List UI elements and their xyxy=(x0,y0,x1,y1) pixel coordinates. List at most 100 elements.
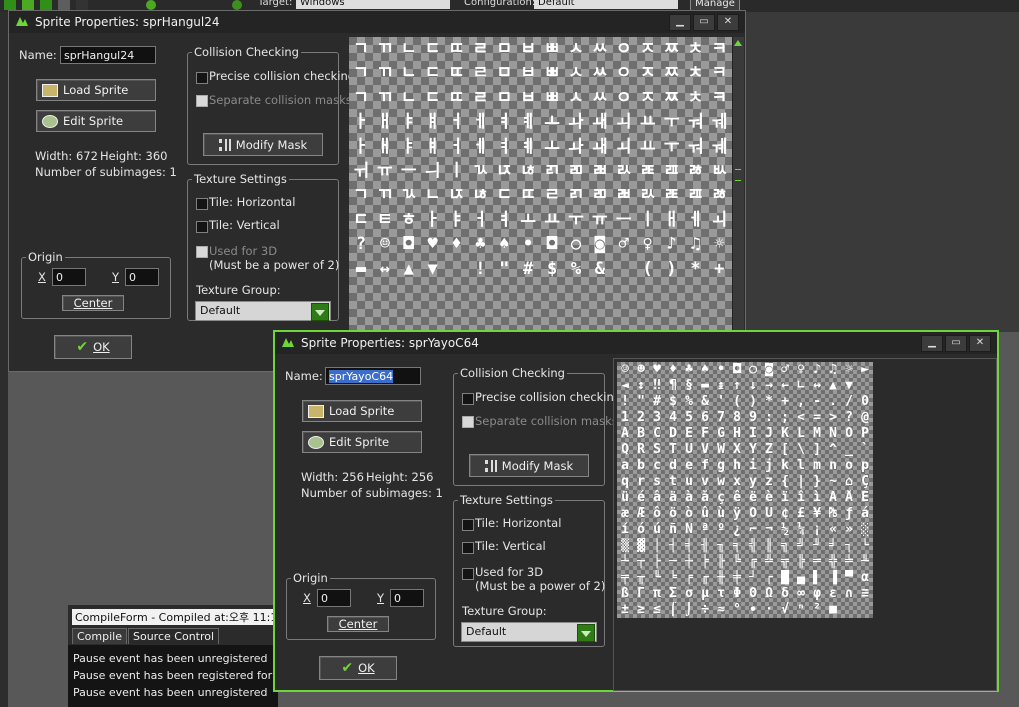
sprite-glyph: ▌ xyxy=(813,570,821,585)
sprite-glyph: º xyxy=(717,522,725,537)
load-sprite-button[interactable]: Load Sprite xyxy=(302,400,422,422)
gamemaker-icon xyxy=(282,338,294,347)
scrollbar-thumb[interactable] xyxy=(735,169,741,181)
sprite-glyph: Q xyxy=(621,442,629,457)
config-select[interactable]: Default xyxy=(534,0,678,9)
sprite-glyph: ♂ xyxy=(618,234,629,255)
origin-x-input[interactable]: 0 xyxy=(317,589,351,607)
debug-icon[interactable] xyxy=(22,0,34,10)
sprite-glyph: x xyxy=(733,474,741,489)
stop-icon[interactable] xyxy=(58,0,70,10)
sprite-glyph: ☼ xyxy=(714,234,725,255)
origin-x-input[interactable]: 0 xyxy=(52,268,86,286)
name-input[interactable]: sprHangul24 xyxy=(60,46,156,64)
origin-y-input[interactable]: 0 xyxy=(125,268,159,286)
tile-vertical-checkbox[interactable] xyxy=(462,542,474,554)
sprite-glyph: ö xyxy=(669,506,677,521)
center-button[interactable]: Center xyxy=(62,295,124,311)
sprite-glyph: ㄻ xyxy=(592,185,608,206)
minimize-icon[interactable]: ▁ xyxy=(669,14,691,31)
sprite-glyph: : xyxy=(765,410,773,425)
used-3d-checkbox[interactable] xyxy=(196,246,208,258)
name-input[interactable]: sprYayoC64 xyxy=(325,367,421,385)
sprite-glyph: ㄵ xyxy=(496,160,513,181)
sprite-glyph: ㅡ xyxy=(400,160,417,181)
sprite-glyph: ○ xyxy=(749,362,757,377)
sprite-glyph: Σ xyxy=(669,586,677,601)
sprite-glyph: ┘ xyxy=(749,570,757,585)
sprite-glyph: ╡ xyxy=(685,538,693,553)
maximize-icon[interactable]: ▭ xyxy=(693,14,715,31)
modify-mask-button[interactable]: Modify Mask xyxy=(469,454,589,477)
sprite-glyph: ╣ xyxy=(749,538,757,553)
sprite-glyph: ㅞ xyxy=(711,136,728,157)
edit-sprite-button[interactable]: Edit Sprite xyxy=(302,431,422,453)
sprite-glyph: ) xyxy=(666,258,677,279)
tile-horizontal-checkbox[interactable] xyxy=(196,198,208,210)
sprite-glyph: ㄲ xyxy=(377,87,393,108)
load-sprite-button[interactable]: Load Sprite xyxy=(36,79,156,101)
sprite-glyph-sheet-1: ㄱㄲㄴㄷㄸㄹㅁㅂㅃㅅㅆㅇㅈㅉㅊㅋㄱㄲㄴㄷㄸㄹㅁㅂㅃㅅㅆㅇㅈㅉㅊㅋㄱㄲㄴㄷㄸㄹㅁㅂ… xyxy=(349,37,731,281)
sprite-glyph: ㄾ xyxy=(639,160,656,181)
minimize-icon[interactable]: ▁ xyxy=(921,335,943,352)
sprite-glyph: ㅉ xyxy=(663,63,680,84)
sprite-glyph: ㅏ xyxy=(353,112,369,133)
texture-group-select[interactable]: Default xyxy=(195,301,331,321)
dropdown-arrow-icon[interactable] xyxy=(311,303,329,321)
sprite-glyph: T xyxy=(669,442,677,457)
modify-mask-button[interactable]: Modify Mask xyxy=(203,133,323,156)
sprite-glyph: ├ xyxy=(653,554,661,569)
sprite-glyph: ㅙ xyxy=(592,112,608,133)
window-2-titlebar[interactable]: Sprite Properties: sprYayoC64 ▁ ▭ ✕ xyxy=(275,332,997,354)
sprite-glyph: b xyxy=(637,458,645,473)
preview-scrollbar-1[interactable] xyxy=(732,37,744,330)
tab-source-control[interactable]: Source Control xyxy=(128,628,220,644)
config-label: Configuration: xyxy=(464,0,536,8)
clean-icon[interactable] xyxy=(76,0,88,10)
target-select[interactable]: Windows xyxy=(296,0,450,9)
sprite-glyph: ㅑ xyxy=(448,209,465,230)
gamemaker-icon xyxy=(16,17,28,26)
sprite-glyph: [ xyxy=(781,442,789,457)
green-circle-icon[interactable] xyxy=(146,0,156,10)
tile-vertical-checkbox[interactable] xyxy=(196,221,208,233)
help-icon[interactable] xyxy=(232,0,242,10)
run-icon[interactable] xyxy=(40,0,52,10)
sprite-glyph: ╟ xyxy=(717,554,725,569)
ok-button[interactable]: ✔ OK xyxy=(54,335,132,359)
subimages-text: Number of subimages: 1 xyxy=(301,486,443,500)
ok-button[interactable]: ✔ OK xyxy=(319,656,397,680)
sprite-glyph: ‼ xyxy=(653,378,661,393)
dropdown-arrow-icon[interactable] xyxy=(577,624,595,642)
tab-compile[interactable]: Compile xyxy=(72,628,127,644)
sprite-glyph: │ xyxy=(653,538,661,553)
tile-horizontal-checkbox[interactable] xyxy=(462,519,474,531)
sprite-glyph: ~ xyxy=(829,474,837,489)
sprite-glyph: ㅔ xyxy=(687,209,704,230)
sprite-glyph: ƒ xyxy=(845,506,853,521)
close-icon[interactable]: ✕ xyxy=(969,335,991,352)
origin-y-input[interactable]: 0 xyxy=(390,589,424,607)
center-button[interactable]: Center xyxy=(327,616,389,632)
play-icon[interactable] xyxy=(4,0,16,10)
x-label: X xyxy=(38,270,46,284)
close-icon[interactable]: ✕ xyxy=(717,14,739,31)
sprite-glyph: ∙ xyxy=(749,602,757,617)
sprite-glyph: ㅖ xyxy=(520,136,536,157)
texture-group-select[interactable]: Default xyxy=(461,622,597,642)
used-3d-checkbox[interactable] xyxy=(462,568,474,580)
sprite-glyph: d xyxy=(669,458,677,473)
sprite-glyph: ♪ xyxy=(666,234,677,255)
edit-sprite-button[interactable]: Edit Sprite xyxy=(36,110,156,132)
maximize-icon[interactable]: ▭ xyxy=(945,335,967,352)
folder-icon xyxy=(308,404,324,418)
precise-checkbox[interactable] xyxy=(462,393,474,405)
sprite-glyph: ㅊ xyxy=(687,87,704,108)
sprite-glyph: ♣ xyxy=(685,362,693,377)
sprite-glyph: ㅖ xyxy=(520,112,536,133)
scroll-up-icon[interactable] xyxy=(734,40,742,46)
precise-checkbox[interactable] xyxy=(196,72,208,84)
sprite-glyph: ▼ xyxy=(427,258,438,279)
sprite-glyph: ㄴ xyxy=(400,39,417,59)
window-1-titlebar[interactable]: Sprite Properties: sprHangul24 ▁ ▭ ✕ xyxy=(9,11,745,33)
